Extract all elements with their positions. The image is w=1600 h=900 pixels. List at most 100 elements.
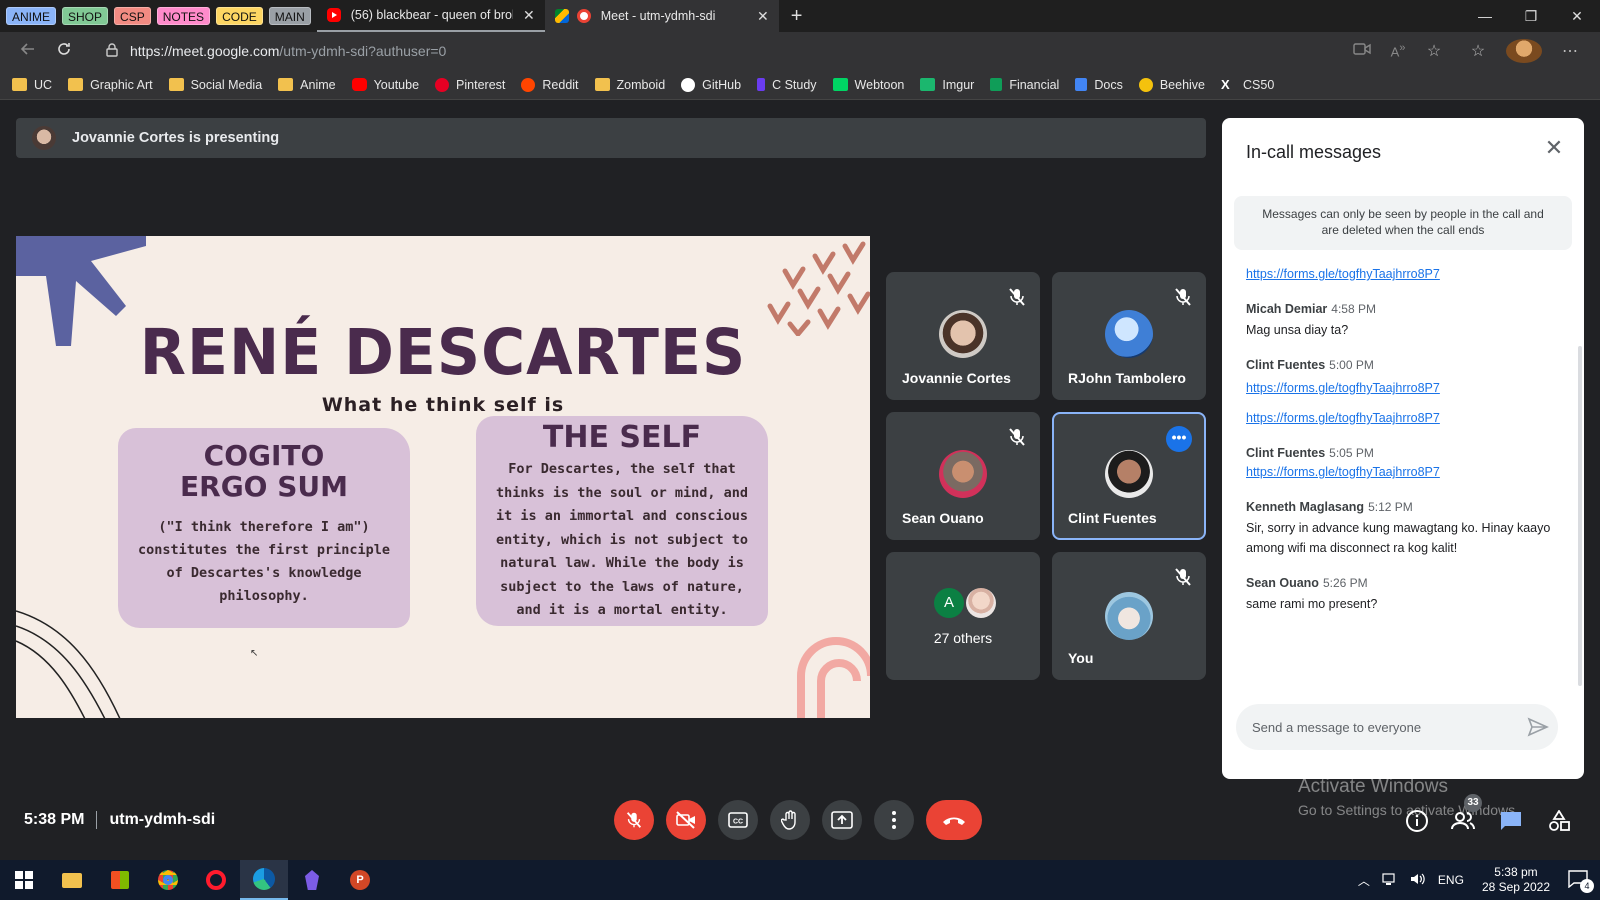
start-button[interactable] [0,860,48,900]
hand-icon [781,810,796,830]
clock[interactable]: 5:38 pm 28 Sep 2022 [1482,865,1550,895]
bookmark-pinterest[interactable]: Pinterest [435,77,505,92]
camera-toggle-button[interactable] [666,800,706,840]
people-count-badge: 33 [1464,794,1482,812]
message-link[interactable]: https://forms.gle/togfhyTaajhrro8P7 [1246,408,1564,428]
participant-tile[interactable]: Jovannie Cortes [886,272,1040,400]
new-tab-button[interactable]: + [791,5,803,28]
raise-hand-button[interactable] [770,800,810,840]
avatar [939,310,987,358]
bookmark-uc[interactable]: UC [12,78,52,92]
in-call-messages-panel: In-call messages ✕ Messages can only be … [1222,118,1584,779]
notification-count-badge: 4 [1580,878,1594,893]
bookmark-c-study[interactable]: C Study [757,78,817,92]
add-favorite-icon[interactable]: ☆ [1416,41,1452,61]
tab-meet[interactable]: Meet - utm-ydmh-sdi ✕ [544,0,779,32]
tab-group-csp[interactable]: CSP [114,7,151,25]
message: Sean Ouano 5:26 PM same rami mo present? [1246,576,1564,614]
tab-group-main[interactable]: MAIN [268,7,311,25]
url-field[interactable]: https://meet.google.com/utm-ydmh-sdi?aut… [92,36,1302,66]
profile-avatar[interactable] [1506,39,1542,63]
self-tile[interactable]: You [1052,552,1206,680]
bookmark-financial[interactable]: Financial [990,78,1059,92]
chevron-up-icon[interactable]: ︿ [1358,872,1370,889]
info-icon [1406,810,1428,832]
tab-group-notes[interactable]: NOTES [156,7,211,25]
store-icon[interactable] [96,860,144,900]
more-options-icon[interactable]: ••• [1166,426,1192,452]
bookmark-graphic-art[interactable]: Graphic Art [68,78,153,92]
more-options-button[interactable] [874,800,914,840]
tab-group-anime[interactable]: ANIME [6,7,57,25]
notifications-icon[interactable]: 4 [1568,869,1594,893]
read-aloud-icon[interactable]: A» [1380,42,1416,59]
chrome-icon[interactable] [144,860,192,900]
obsidian-icon[interactable] [288,860,336,900]
message-link[interactable]: https://forms.gle/togfhyTaajhrro8P7 [1246,378,1564,398]
chat-message-input[interactable] [1236,704,1558,750]
bookmark-reddit[interactable]: Reddit [521,77,579,92]
others-tile[interactable]: A 27 others [886,552,1040,680]
reload-icon[interactable] [46,40,82,63]
bookmark-github[interactable]: GitHub [681,77,741,92]
more-menu-icon[interactable]: ⋯ [1552,41,1588,61]
github-icon [681,77,696,92]
minimize-button[interactable]: — [1462,0,1508,32]
meeting-time: 5:38 PM [24,811,85,828]
bookmark-beehive[interactable]: Beehive [1138,77,1205,92]
bookmark-youtube[interactable]: Youtube [351,78,419,92]
bookmark-cs50[interactable]: X CS50 [1221,78,1274,92]
language-indicator[interactable]: ENG [1438,873,1464,887]
close-window-button[interactable]: ✕ [1554,0,1600,32]
tab-title: (56) blackbear - queen of broken [350,8,513,22]
bookmark-social-media[interactable]: Social Media [168,78,262,92]
bookmark-imgur[interactable]: Imgur [920,78,974,92]
close-icon[interactable]: ✕ [523,7,535,24]
clock-date: 28 Sep 2022 [1481,880,1550,894]
meeting-details-button[interactable] [1404,808,1430,834]
chat-button[interactable] [1498,808,1524,834]
restore-button[interactable]: ❐ [1508,0,1554,32]
arch-decoration [797,637,870,718]
message: Clint Fuentes 5:00 PM https://forms.gle/t… [1246,358,1564,428]
presenting-banner: Jovannie Cortes is presenting [16,118,1206,158]
favorites-icon[interactable]: ☆ [1460,41,1496,61]
message: https://forms.gle/togfhyTaajhrro8P7 [1246,264,1564,284]
mic-toggle-button[interactable] [614,800,654,840]
present-screen-button[interactable] [822,800,862,840]
participant-tile[interactable]: RJohn Tambolero [1052,272,1206,400]
chat-scrollbar[interactable] [1578,346,1582,686]
window-controls: — ❐ ✕ [1462,0,1600,32]
participant-tile[interactable]: Sean Ouano [886,412,1040,540]
camera-in-use-icon[interactable] [1344,42,1380,61]
message-sender: Sean Ouano [1246,576,1319,590]
volume-icon[interactable] [1410,872,1426,889]
file-explorer-icon[interactable] [48,860,96,900]
message-sender: Clint Fuentes [1246,446,1326,460]
bookmark-zomboid[interactable]: Zomboid [594,78,665,92]
participant-tile-active[interactable]: ••• Clint Fuentes [1052,412,1206,540]
captions-button[interactable]: CC [718,800,758,840]
back-icon[interactable] [10,40,46,63]
tab-youtube[interactable]: (56) blackbear - queen of broken ✕ [316,0,545,32]
message-link[interactable]: https://forms.gle/togfhyTaajhrro8P7 [1246,264,1564,284]
tab-group-code[interactable]: CODE [216,7,263,25]
edge-icon[interactable] [240,860,288,900]
panel-title: In-call messages [1246,142,1382,162]
lock-icon [106,42,118,60]
meeting-code[interactable]: utm-ydmh-sdi [109,811,215,829]
slide-title: RENÉ DESCARTES [139,316,747,390]
tab-group-shop[interactable]: SHOP [62,7,109,25]
message-link[interactable]: https://forms.gle/togfhyTaajhrro8P7 [1246,462,1564,482]
bookmark-docs[interactable]: Docs [1075,78,1123,92]
activities-button[interactable] [1546,808,1572,834]
powerpoint-icon[interactable]: P [336,860,384,900]
network-icon[interactable] [1382,872,1398,889]
bookmark-webtoon[interactable]: Webtoon [832,78,904,92]
close-icon[interactable]: ✕ [757,8,769,25]
send-icon[interactable] [1526,715,1550,739]
bookmark-anime[interactable]: Anime [278,78,336,92]
leave-call-button[interactable] [926,800,982,840]
opera-icon[interactable] [192,860,240,900]
close-icon[interactable]: ✕ [1542,136,1566,160]
